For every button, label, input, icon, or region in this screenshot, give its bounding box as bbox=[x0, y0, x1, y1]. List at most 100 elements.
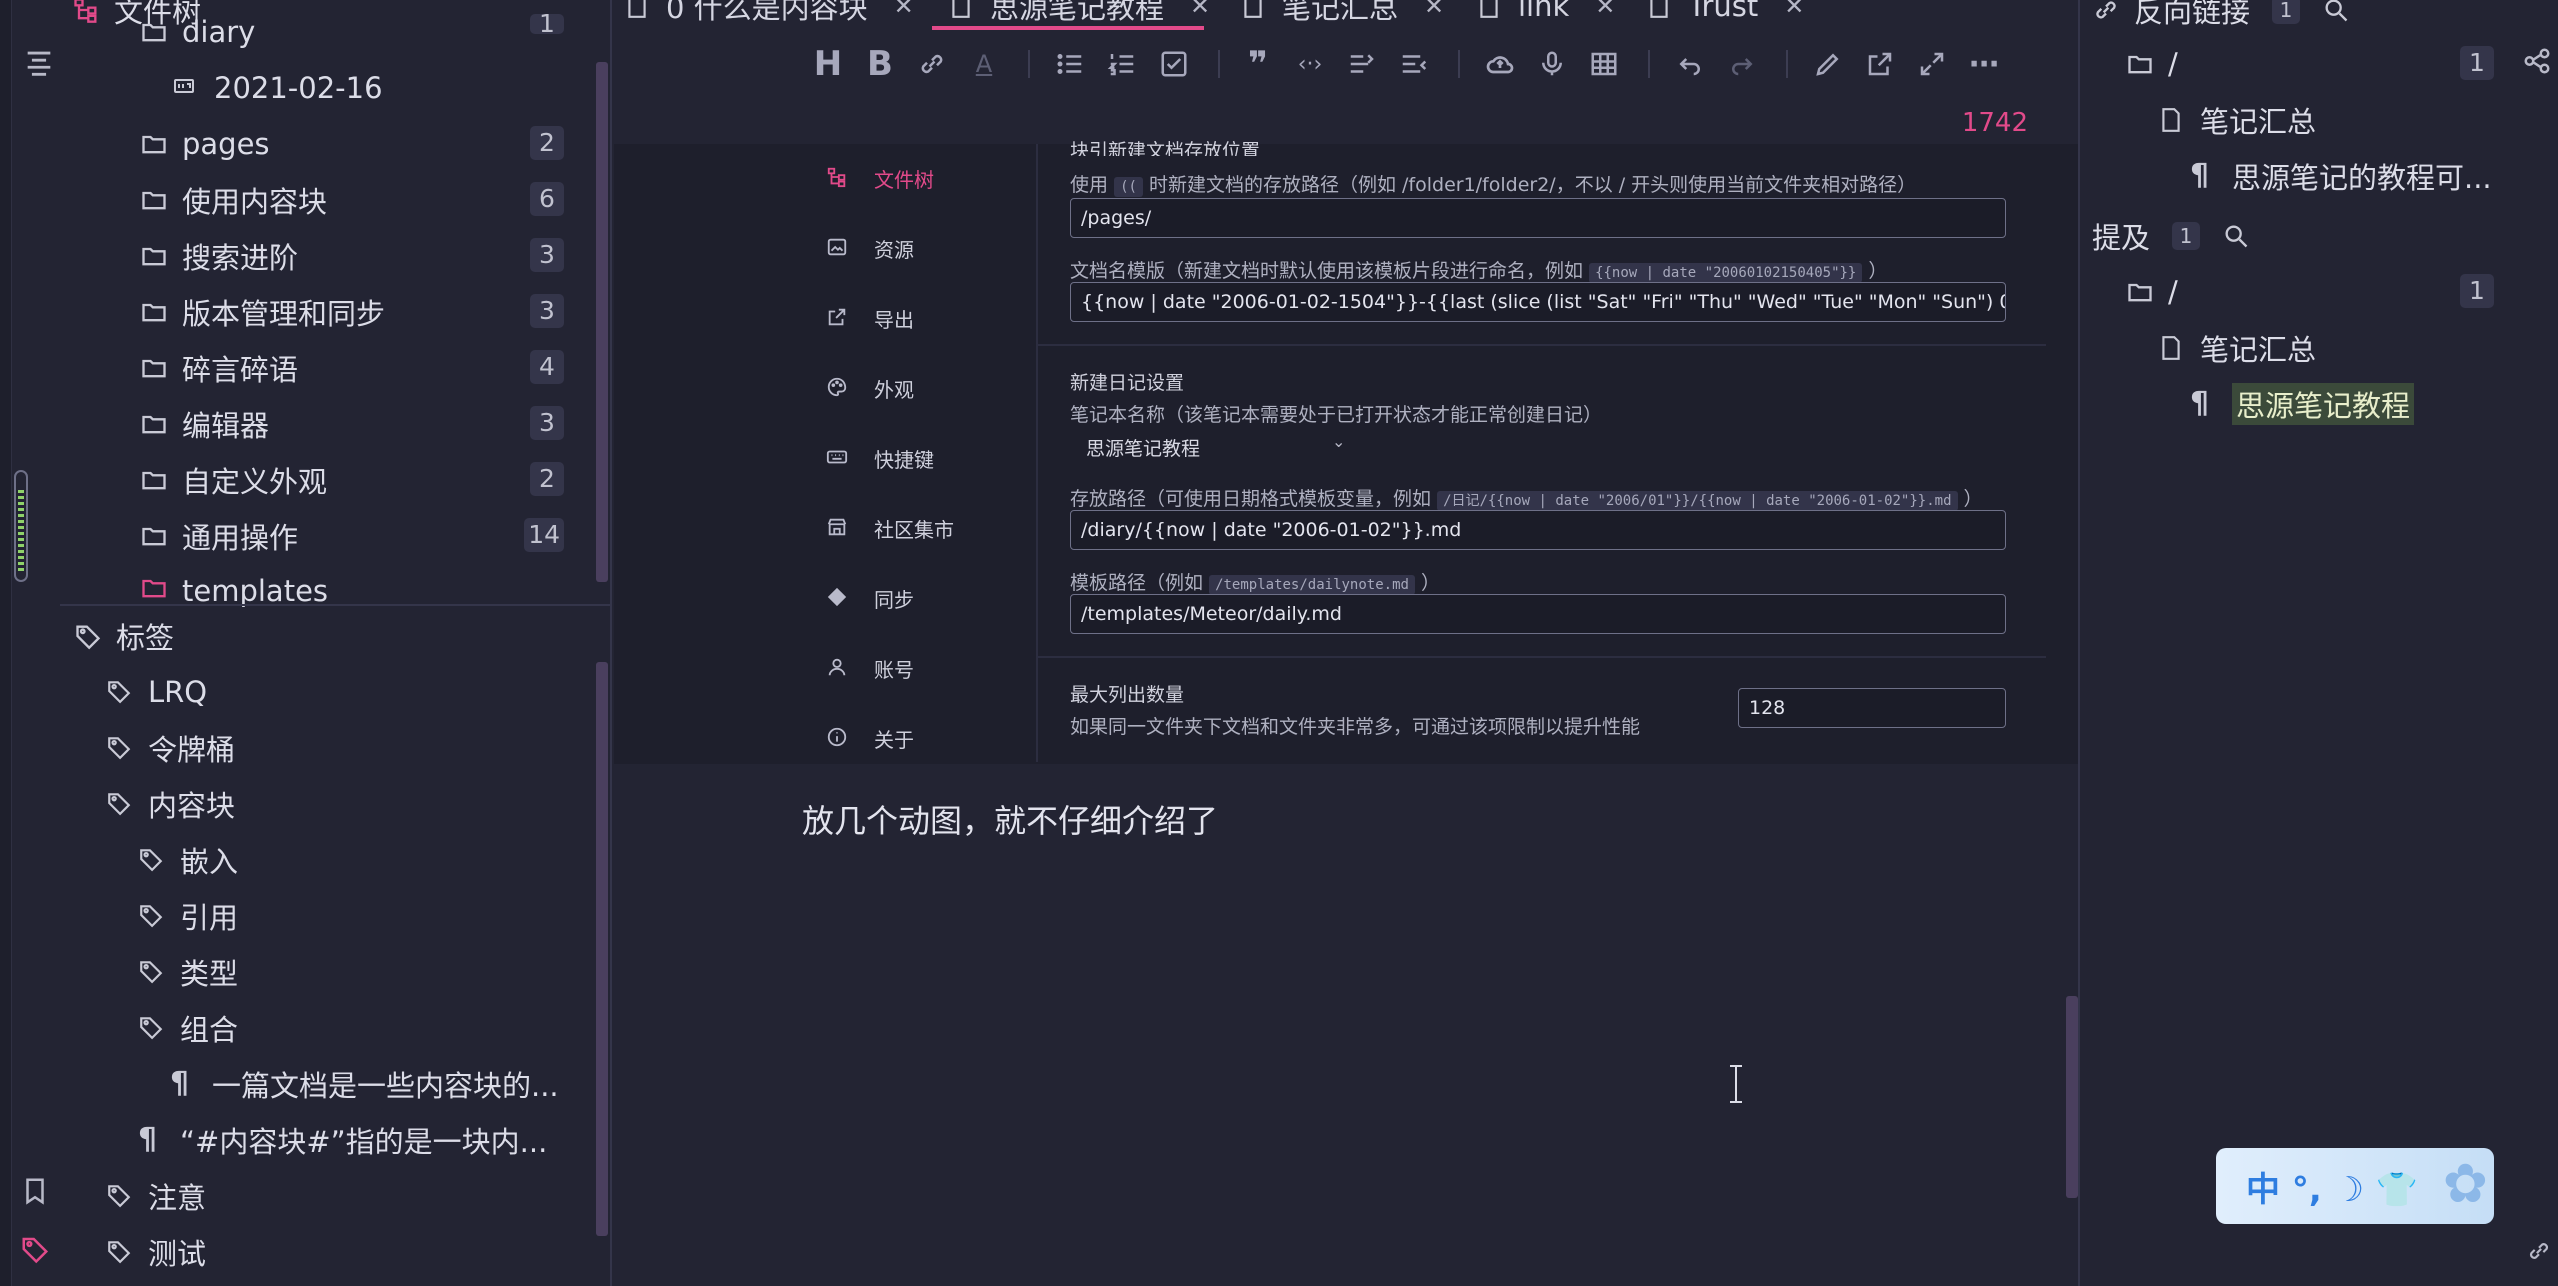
tag-item-note[interactable]: 注意 bbox=[106, 1172, 206, 1220]
tree-item-search-advanced[interactable]: 搜索进阶 bbox=[140, 232, 298, 280]
tab-siyuan-tutorial[interactable]: 思源笔记教程 ✕ bbox=[948, 0, 1210, 28]
redo-icon[interactable] bbox=[1724, 46, 1760, 82]
tag-item-reference[interactable]: 引用 bbox=[138, 892, 238, 940]
ref-path-input[interactable]: /pages/ bbox=[1070, 198, 2006, 238]
tree-scrollbar[interactable] bbox=[596, 62, 608, 582]
backlink-folder-root[interactable]: / bbox=[2126, 40, 2178, 88]
tree-item-fragments[interactable]: 碎言碎语 bbox=[140, 344, 298, 392]
table-icon[interactable] bbox=[1586, 46, 1622, 82]
paragraph-icon: ¶ bbox=[2190, 158, 2210, 193]
code-icon[interactable]: ‹·› bbox=[1292, 46, 1328, 82]
bookmark-icon[interactable] bbox=[20, 1176, 54, 1210]
link-icon[interactable] bbox=[2526, 1238, 2556, 1268]
tree-item-count: 14 bbox=[524, 518, 564, 552]
tree-item-general-ops[interactable]: 通用操作 bbox=[140, 512, 298, 560]
scroll-minimap[interactable] bbox=[14, 470, 28, 582]
tag-label: 测试 bbox=[148, 1237, 207, 1271]
settings-nav-bazaar[interactable]: 社区集市 bbox=[826, 508, 954, 548]
notebook-name-label: 笔记本名称（该笔记本需要处于已打开状态才能正常创建日记） bbox=[1070, 404, 1603, 426]
template-path-input[interactable]: /templates/Meteor/daily.md bbox=[1070, 594, 2006, 634]
tab-what-is-block[interactable]: 0 什么是内容块 ✕ bbox=[624, 0, 914, 28]
tag-item-lrq[interactable]: LRQ bbox=[106, 668, 207, 716]
tab-note-summary[interactable]: 笔记汇总 ✕ bbox=[1240, 0, 1444, 28]
fullscreen-icon[interactable] bbox=[1914, 46, 1950, 82]
tag-item-type[interactable]: 类型 bbox=[138, 948, 238, 996]
backlink-paragraph[interactable]: ¶ 思源笔记的教程可... bbox=[2190, 152, 2492, 200]
search-icon[interactable] bbox=[2222, 222, 2250, 250]
outdent-icon[interactable] bbox=[1396, 46, 1432, 82]
mention-paragraph[interactable]: ¶ 思源笔记教程 bbox=[2190, 380, 2415, 428]
settings-nav-sync[interactable]: 同步 bbox=[826, 578, 914, 618]
tag-item-combination[interactable]: 组合 bbox=[138, 1004, 238, 1052]
ime-toolbar[interactable]: 中 °, ☽ 👕 ✿ bbox=[2216, 1148, 2494, 1224]
backlink-doc-summary[interactable]: 笔记汇总 bbox=[2158, 96, 2316, 144]
mention-doc-summary[interactable]: 笔记汇总 bbox=[2158, 324, 2316, 372]
tree-item-templates[interactable]: templates bbox=[140, 568, 328, 608]
edit-icon[interactable] bbox=[1810, 46, 1846, 82]
settings-nav-filetree[interactable]: 文件树 bbox=[826, 158, 934, 198]
tag-ref-paragraph-2[interactable]: ¶ “#内容块#”指的是一块内... bbox=[138, 1116, 547, 1164]
settings-nav-assets[interactable]: 资源 bbox=[826, 228, 914, 268]
close-icon[interactable]: ✕ bbox=[1784, 0, 1804, 20]
tree-item-pages[interactable]: pages bbox=[140, 120, 270, 168]
settings-nav-export[interactable]: 导出 bbox=[826, 298, 914, 338]
tab-link[interactable]: link ✕ bbox=[1476, 0, 1615, 28]
settings-nav-keymap[interactable]: 快捷键 bbox=[826, 438, 934, 478]
max-list-input[interactable]: 128 bbox=[1738, 688, 2006, 728]
open-external-icon[interactable] bbox=[1862, 46, 1898, 82]
quote-icon[interactable]: ❞ bbox=[1240, 44, 1276, 84]
tree-item-custom-appearance[interactable]: 自定义外观 bbox=[140, 456, 327, 504]
tab-trust[interactable]: Trust ✕ bbox=[1646, 0, 1804, 28]
tab-label: Trust bbox=[1688, 0, 1759, 23]
close-icon[interactable]: ✕ bbox=[1190, 0, 1210, 20]
close-icon[interactable]: ✕ bbox=[894, 0, 914, 20]
settings-nav-account[interactable]: 账号 bbox=[826, 648, 914, 688]
tag-item-embed[interactable]: 嵌入 bbox=[138, 836, 238, 884]
editor-scrollbar[interactable] bbox=[2066, 996, 2078, 1198]
settings-nav-about[interactable]: 关于 bbox=[826, 718, 914, 758]
tree-item-diary[interactable]: diary bbox=[140, 8, 660, 56]
folder-icon bbox=[140, 466, 168, 494]
bullet-list-icon[interactable] bbox=[1052, 46, 1088, 82]
tag-icon bbox=[106, 678, 134, 706]
tree-item-2021-02-16[interactable]: 2021-02-16 bbox=[172, 64, 383, 112]
outline-icon[interactable] bbox=[22, 46, 56, 80]
document-icon bbox=[948, 0, 974, 20]
tree-item-label: 编辑器 bbox=[182, 409, 270, 443]
close-icon[interactable]: ✕ bbox=[1595, 0, 1615, 20]
cloud-upload-icon[interactable] bbox=[1482, 46, 1518, 82]
tag-icon bbox=[138, 958, 166, 986]
link-icon[interactable] bbox=[914, 46, 950, 82]
microphone-icon[interactable] bbox=[1534, 46, 1570, 82]
close-icon[interactable]: ✕ bbox=[1424, 0, 1444, 20]
tag-item-content-block[interactable]: 内容块 bbox=[106, 780, 235, 828]
undo-icon[interactable] bbox=[1672, 46, 1708, 82]
ordered-list-icon[interactable] bbox=[1104, 46, 1140, 82]
tag-ref-paragraph-1[interactable]: ¶ 一篇文档是一些内容块的... bbox=[170, 1060, 559, 1108]
paragraph-text[interactable]: 放几个动图，就不仔细介绍了 bbox=[802, 796, 1218, 842]
mention-folder-root[interactable]: / bbox=[2126, 268, 2178, 316]
tags-scrollbar[interactable] bbox=[596, 662, 608, 1236]
checklist-icon[interactable] bbox=[1156, 46, 1192, 82]
tree-item-use-blocks[interactable]: 使用内容块 bbox=[140, 176, 327, 224]
indent-icon[interactable] bbox=[1344, 46, 1380, 82]
tree-item-editor[interactable]: 编辑器 bbox=[140, 400, 269, 448]
save-path-input[interactable]: /diary/{{now | date "2006-01-02"}}.md bbox=[1070, 510, 2006, 550]
name-template-input[interactable]: {{now | date "2006-01-02-1504"}}-{{last … bbox=[1070, 282, 2006, 322]
heading-icon[interactable]: H bbox=[810, 44, 846, 84]
bold-icon[interactable]: B bbox=[862, 44, 898, 84]
search-icon[interactable] bbox=[2322, 0, 2350, 24]
font-color-icon[interactable]: A bbox=[966, 46, 1002, 82]
tag-icon[interactable] bbox=[20, 1234, 54, 1268]
export-icon bbox=[826, 306, 850, 330]
tree-item-version-sync[interactable]: 版本管理和同步 bbox=[140, 288, 385, 336]
tags-header[interactable]: 标签 bbox=[74, 612, 174, 660]
tag-item-token-bucket[interactable]: 令牌桶 bbox=[106, 724, 235, 772]
settings-panel: 文件树 资源 导出 外观 快捷键 社区集市 同步 账号 关于 块引新建文档存放位… bbox=[614, 140, 2078, 764]
notebook-select[interactable]: 思源笔记教程 ⌄ bbox=[1086, 432, 1356, 464]
graph-icon[interactable] bbox=[2522, 46, 2556, 80]
settings-nav-appearance[interactable]: 外观 bbox=[826, 368, 914, 408]
more-icon[interactable]: ⋯ bbox=[1966, 46, 2002, 82]
tag-item-test[interactable]: 测试 bbox=[106, 1228, 206, 1276]
folder-icon bbox=[140, 18, 168, 46]
